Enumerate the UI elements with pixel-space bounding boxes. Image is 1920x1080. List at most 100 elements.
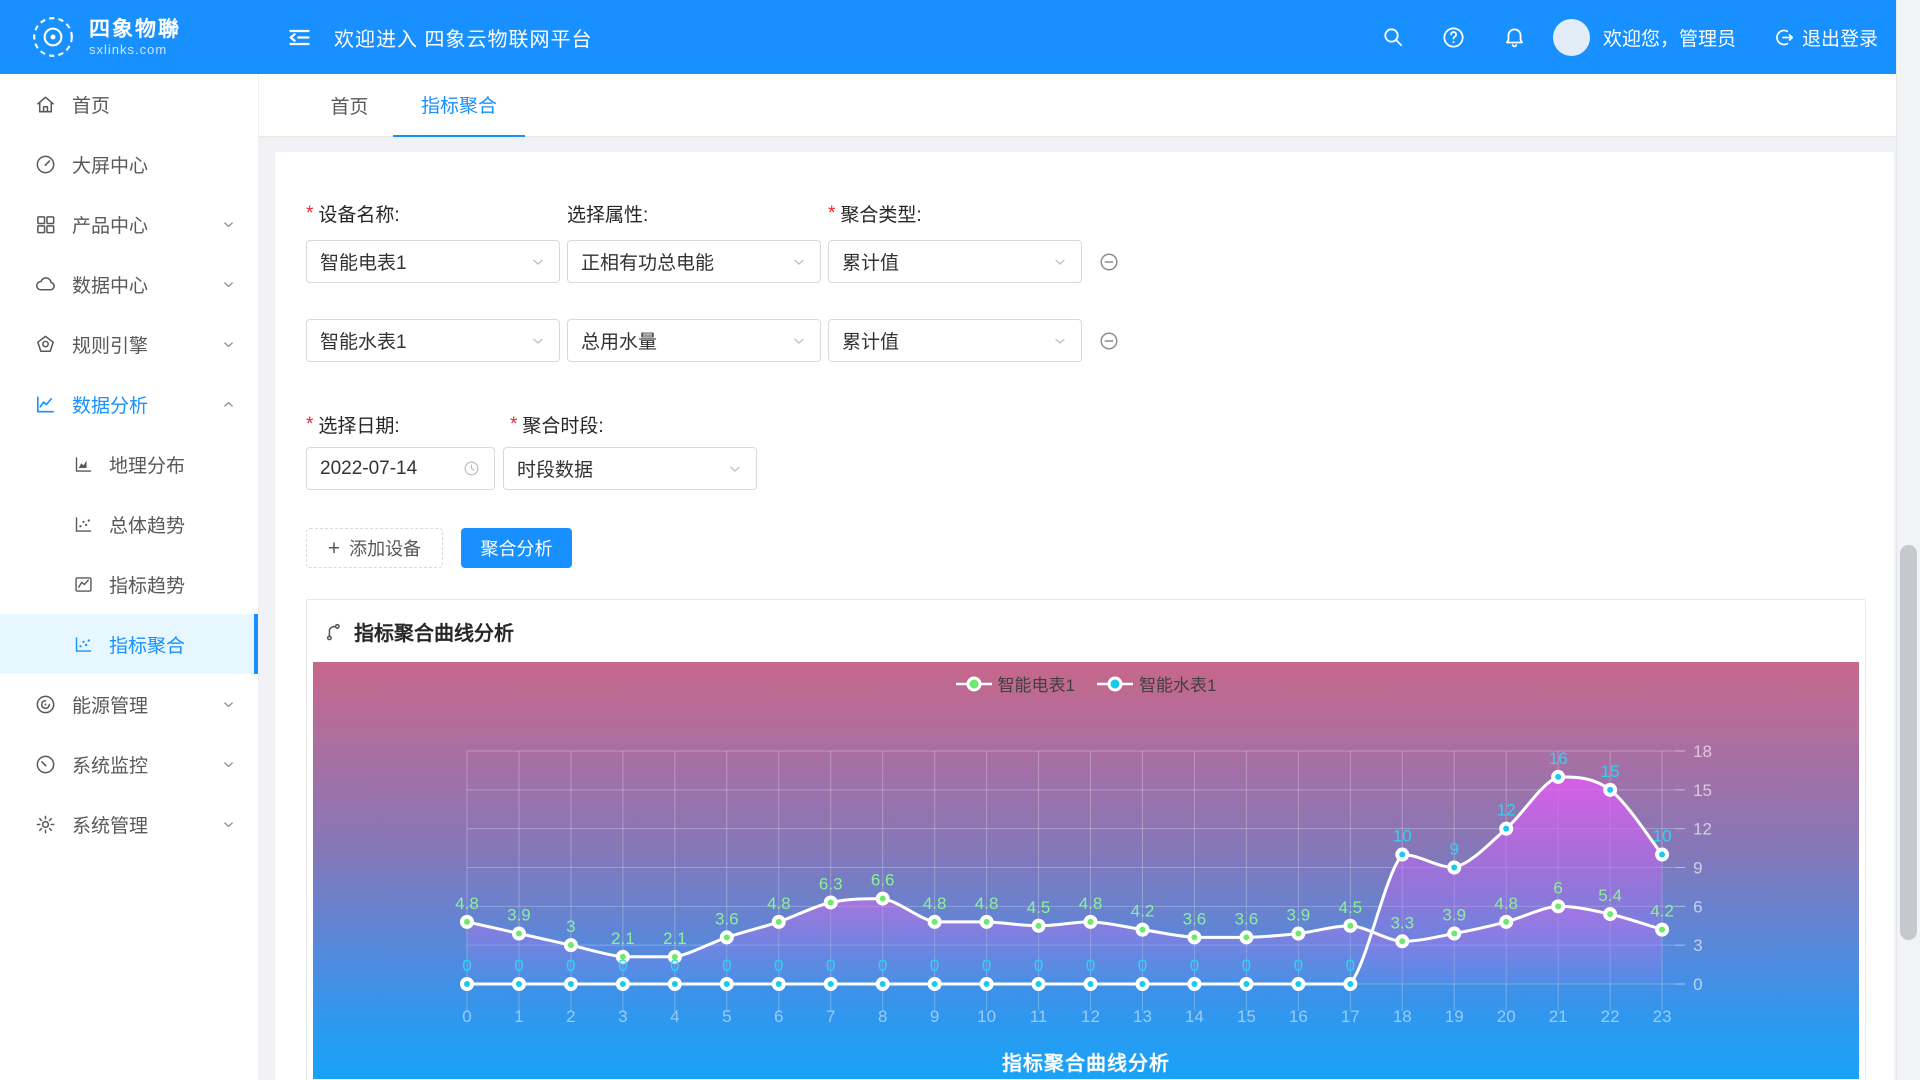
attribute-select-row1[interactable]: 正相有功总电能 (567, 240, 821, 283)
chevron-down-icon (791, 254, 807, 270)
svg-text:23: 23 (1653, 1007, 1672, 1026)
sidebar-item-energy-management[interactable]: 能源管理 (0, 674, 258, 734)
svg-text:4.8: 4.8 (975, 894, 999, 913)
brand-domain: sxlinks.com (89, 42, 181, 57)
svg-text:3.6: 3.6 (1235, 909, 1259, 928)
brand-logo-icon (30, 14, 76, 60)
legend-item-electric-meter[interactable]: 智能电表1 (956, 671, 1075, 696)
aggregation-line-chart: 0369121518012345678910111213141516171819… (313, 662, 1859, 1079)
device-select-row1[interactable]: 智能电表1 (306, 240, 560, 283)
logout-icon (1772, 26, 1795, 49)
welcome-title: 欢迎进入 四象云物联网平台 (334, 23, 593, 52)
svg-text:10: 10 (1653, 827, 1672, 846)
sidebar-item-overall-trend[interactable]: 总体趋势 (0, 494, 258, 554)
aggregation-select-row1[interactable]: 累计值 (828, 240, 1082, 283)
period-select[interactable]: 时段数据 (503, 447, 757, 490)
svg-text:21: 21 (1549, 1007, 1568, 1026)
device-select-row2[interactable]: 智能水表1 (306, 319, 560, 362)
brand-name: 四象物聯 (89, 17, 181, 42)
svg-text:18: 18 (1393, 1007, 1412, 1026)
chart-card: 指标聚合曲线分析 智能电表1 (306, 599, 1866, 1080)
svg-text:8: 8 (878, 1007, 887, 1026)
svg-text:4.2: 4.2 (1131, 902, 1155, 921)
svg-text:0: 0 (462, 1007, 471, 1026)
aggregation-select-row2[interactable]: 累计值 (828, 319, 1082, 362)
sidebar-item-rule-engine[interactable]: 规则引擎 (0, 314, 258, 374)
energy-icon (34, 693, 57, 716)
sidebar-item-geo-distribution[interactable]: 地理分布 (0, 434, 258, 494)
svg-text:3.6: 3.6 (715, 909, 739, 928)
svg-text:4.8: 4.8 (767, 894, 791, 913)
tab-bar: 首页 指标聚合 (259, 74, 1920, 137)
sidebar-item-system-monitor[interactable]: 系统监控 (0, 734, 258, 794)
line-chart-icon (34, 393, 57, 416)
svg-text:0: 0 (1693, 975, 1702, 994)
svg-text:0: 0 (566, 956, 575, 975)
rule-engine-icon (34, 333, 57, 356)
chart-card-title: 指标聚合曲线分析 (354, 617, 514, 646)
sidebar-item-product-center[interactable]: 产品中心 (0, 194, 258, 254)
svg-text:12: 12 (1497, 801, 1516, 820)
trend-chart-icon (73, 574, 94, 595)
svg-text:5: 5 (722, 1007, 731, 1026)
sidebar-item-system-management[interactable]: 系统管理 (0, 794, 258, 854)
sidebar-item-home[interactable]: 首页 (0, 74, 258, 134)
search-icon[interactable] (1381, 25, 1405, 49)
tab-metric-aggregation[interactable]: 指标聚合 (393, 74, 525, 137)
sidebar-item-metric-aggregation[interactable]: 指标聚合 (0, 614, 258, 674)
svg-text:0: 0 (826, 956, 835, 975)
page-scrollbar[interactable] (1896, 0, 1920, 1080)
svg-text:22: 22 (1601, 1007, 1620, 1026)
date-label: * 选择日期: (306, 411, 495, 438)
notification-bell-icon[interactable] (1502, 25, 1527, 50)
attribute-label: 选择属性: (567, 200, 821, 227)
chart-area: 智能电表1 智能水表1 0369121518012345678910111213… (313, 662, 1859, 1079)
sidebar-item-metric-trend[interactable]: 指标趋势 (0, 554, 258, 614)
svg-text:3.3: 3.3 (1390, 913, 1414, 932)
svg-text:3.9: 3.9 (1287, 906, 1311, 925)
date-picker[interactable]: 2022-07-14 (306, 447, 495, 490)
svg-text:10: 10 (1393, 827, 1412, 846)
svg-text:2.1: 2.1 (611, 929, 635, 948)
legend-item-water-meter[interactable]: 智能水表1 (1097, 671, 1216, 696)
tab-home[interactable]: 首页 (306, 74, 393, 137)
aggregation-chart-icon (73, 634, 94, 655)
remove-row-icon[interactable] (1098, 330, 1120, 352)
logout-button[interactable]: 退出登录 (1772, 24, 1878, 51)
user-avatar[interactable] (1553, 19, 1590, 56)
svg-text:18: 18 (1693, 742, 1712, 761)
add-device-button[interactable]: + 添加设备 (306, 528, 443, 568)
svg-text:16: 16 (1549, 749, 1568, 768)
svg-text:14: 14 (1185, 1007, 1204, 1026)
scrollbar-thumb[interactable] (1900, 545, 1917, 940)
plus-icon: + (328, 538, 340, 559)
svg-text:3.6: 3.6 (1183, 909, 1207, 928)
sidebar-item-data-center[interactable]: 数据中心 (0, 254, 258, 314)
svg-text:0: 0 (1294, 956, 1303, 975)
aggregate-analyze-button[interactable]: 聚合分析 (461, 528, 572, 568)
appstore-grid-icon (34, 213, 57, 236)
help-icon[interactable] (1441, 25, 1466, 50)
svg-text:15: 15 (1601, 762, 1620, 781)
svg-text:0: 0 (514, 956, 523, 975)
svg-text:0: 0 (930, 956, 939, 975)
sidebar-item-data-analysis[interactable]: 数据分析 (0, 374, 258, 434)
period-label: * 聚合时段: (510, 411, 764, 438)
chevron-down-icon (221, 217, 236, 232)
collapse-sidebar-icon[interactable] (286, 24, 313, 51)
sidebar-item-screen-center[interactable]: 大屏中心 (0, 134, 258, 194)
svg-text:6: 6 (1553, 878, 1562, 897)
chevron-down-icon (221, 277, 236, 292)
branch-icon (323, 620, 345, 642)
svg-text:0: 0 (982, 956, 991, 975)
svg-text:6.6: 6.6 (871, 871, 895, 890)
svg-text:2.1: 2.1 (663, 929, 687, 948)
device-name-label: * 设备名称: (306, 200, 560, 227)
remove-row-icon[interactable] (1098, 251, 1120, 273)
svg-text:13: 13 (1133, 1007, 1152, 1026)
attribute-select-row2[interactable]: 总用水量 (567, 319, 821, 362)
svg-text:4.8: 4.8 (1079, 894, 1103, 913)
svg-text:0: 0 (1346, 956, 1355, 975)
chevron-down-icon (530, 333, 546, 349)
brand-logo: 四象物聯 sxlinks.com (0, 14, 259, 60)
